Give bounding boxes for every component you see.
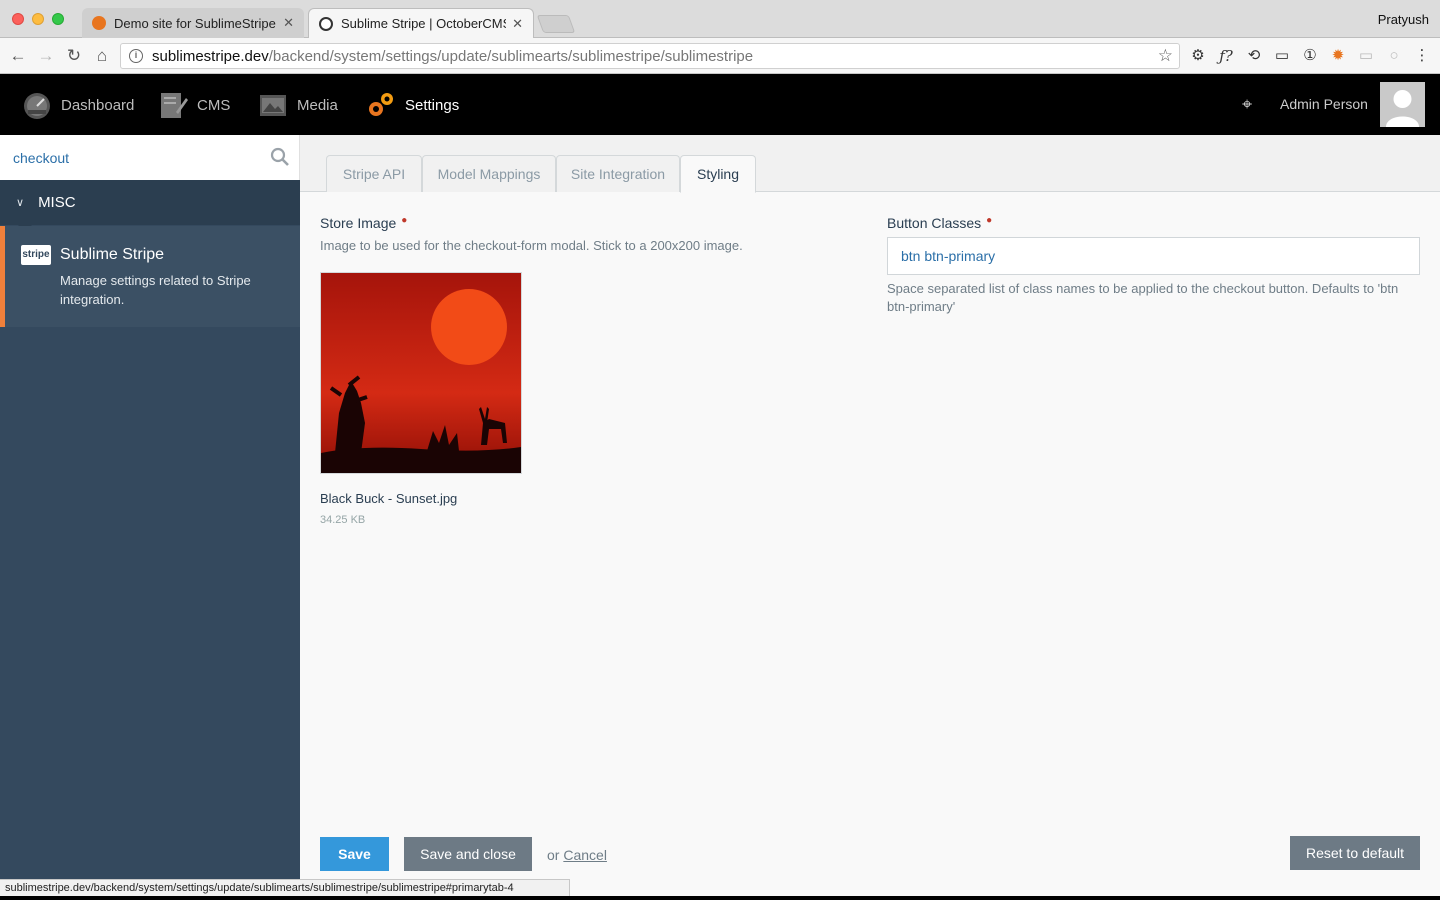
crosshair-icon[interactable]: ⌖ (1242, 94, 1252, 115)
browser-tab-demo[interactable]: Demo site for SublimeStripe P ✕ (82, 8, 304, 38)
user-silhouette-icon (1380, 82, 1425, 127)
home-icon[interactable]: ⌂ (92, 46, 112, 66)
app-header: Dashboard CMS Media Settings (0, 74, 1440, 135)
reset-to-default-button[interactable]: Reset to default (1290, 836, 1420, 870)
image-file-name: Black Buck - Sunset.jpg (320, 491, 458, 506)
browser-tab-sublime-stripe[interactable]: Sublime Stripe | OctoberCMS ✕ (308, 8, 534, 38)
settings-sidebar: ∨ MISC stripe Sublime Stripe Manage sett… (0, 135, 300, 900)
sync-icon[interactable]: ⟲ (1244, 46, 1264, 66)
cast-icon[interactable]: ▭ (1272, 46, 1292, 66)
required-indicator-icon: ● (401, 215, 408, 226)
gear-icon[interactable]: ⚙ (1188, 46, 1208, 66)
tab-stripe-api[interactable]: Stripe API (326, 155, 422, 192)
october-favicon-icon (92, 16, 106, 30)
kebab-menu-icon[interactable]: ⋮ (1412, 46, 1432, 66)
browser-status-bar: sublimestripe.dev/backend/system/setting… (0, 879, 570, 897)
browser-tab-bar: Demo site for SublimeStripe P ✕ Sublime … (0, 0, 1440, 38)
circle-icon[interactable]: ○ (1384, 46, 1404, 66)
chevron-down-icon: ∨ (16, 197, 25, 209)
cms-icon (161, 93, 188, 118)
close-window-button[interactable] (12, 13, 24, 25)
save-and-close-button[interactable]: Save and close (404, 837, 532, 871)
window-bottom-edge (0, 896, 1440, 900)
sunset-image (321, 273, 521, 473)
admin-user-name[interactable]: Admin Person (1280, 96, 1368, 112)
button-classes-input[interactable] (887, 237, 1420, 275)
or-cancel: or Cancel (547, 847, 607, 863)
tab-model-mappings[interactable]: Model Mappings (422, 155, 556, 192)
browser-profile-name[interactable]: Pratyush (1378, 12, 1429, 27)
search-input[interactable] (0, 135, 260, 180)
save-button[interactable]: Save (320, 837, 389, 871)
search-icon[interactable] (270, 147, 290, 167)
settings-form-area: Stripe API Model Mappings Site Integrati… (300, 135, 1440, 900)
sidebar-item-sublime-stripe[interactable]: stripe Sublime Stripe Manage settings re… (0, 226, 300, 327)
media-icon (260, 95, 286, 116)
nav-settings[interactable]: Settings (366, 88, 459, 122)
button-classes-comment: Space separated list of class names to b… (887, 281, 1399, 314)
store-image-label: Store Image ● (320, 215, 408, 231)
sidebar-search (0, 135, 300, 180)
nav-cms[interactable]: CMS (158, 88, 230, 122)
tab-styling[interactable]: Styling (680, 155, 756, 193)
tab-site-integration[interactable]: Site Integration (556, 155, 680, 192)
new-tab-button[interactable] (536, 15, 576, 33)
october-favicon-icon (319, 16, 333, 31)
store-image-comment: Image to be used for the checkout-form m… (320, 238, 743, 253)
nav-dashboard[interactable]: Dashboard (22, 88, 134, 122)
address-bar[interactable]: i sublimestripe.dev/backend/system/setti… (120, 43, 1180, 69)
puzzle-icon[interactable]: ✹ (1328, 46, 1348, 66)
message-icon[interactable]: ▭ (1356, 46, 1376, 66)
back-arrow-icon[interactable]: ← (8, 46, 28, 66)
button-classes-label: Button Classes ● (887, 215, 993, 231)
nav-media[interactable]: Media (258, 88, 338, 122)
avatar[interactable] (1380, 82, 1425, 127)
cancel-link[interactable]: Cancel (563, 847, 607, 863)
form-tabs: Stripe API Model Mappings Site Integrati… (300, 135, 1440, 193)
minimize-window-button[interactable] (32, 13, 44, 25)
maximize-window-button[interactable] (52, 13, 64, 25)
sidebar-group-misc[interactable]: ∨ MISC (0, 180, 300, 225)
settings-icon (369, 93, 393, 116)
f-question-icon[interactable]: ƒ? (1216, 46, 1236, 66)
required-indicator-icon: ● (986, 215, 993, 226)
close-tab-icon[interactable]: ✕ (283, 15, 294, 31)
info-icon[interactable]: i (129, 49, 143, 63)
bookmark-star-icon[interactable]: ☆ (1158, 46, 1173, 66)
store-image-preview[interactable] (320, 272, 522, 474)
stripe-logo-icon: stripe (21, 245, 51, 265)
one-password-icon[interactable]: ① (1300, 46, 1320, 66)
browser-toolbar: ← → ↻ ⌂ i sublimestripe.dev/backend/syst… (0, 38, 1440, 74)
forward-arrow-icon[interactable]: → (36, 46, 56, 66)
reload-icon[interactable]: ↻ (64, 46, 84, 66)
close-tab-icon[interactable]: ✕ (512, 16, 523, 32)
dashboard-icon (24, 93, 50, 119)
image-file-size: 34.25 KB (320, 514, 366, 526)
